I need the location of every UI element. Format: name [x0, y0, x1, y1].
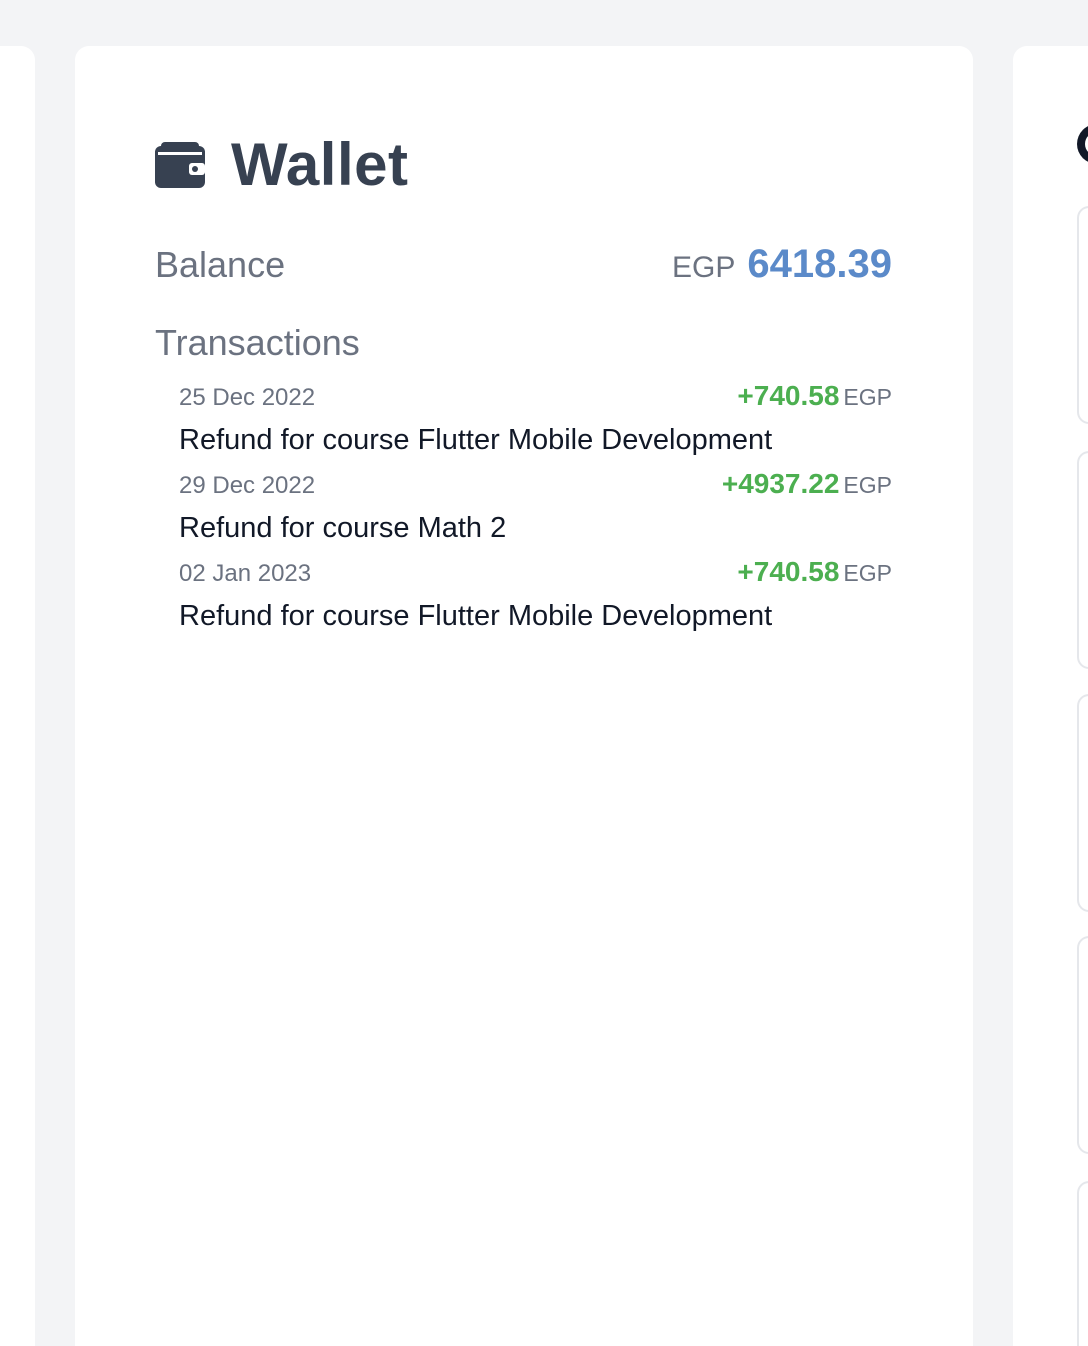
transaction-date: 25 Dec 2022	[179, 384, 316, 411]
left-panel-edge	[0, 46, 35, 1346]
transaction-amount-group: +740.58 EGP	[737, 556, 892, 588]
transaction-description: Refund for course Math 2	[179, 512, 507, 544]
right-panel-card[interactable]	[1077, 451, 1088, 669]
balance-label: Balance	[155, 244, 286, 285]
transaction-amount: +740.58	[737, 380, 840, 411]
transaction-item: 02 Jan 2023 +740.58 EGP Refund for cours…	[179, 556, 892, 644]
transaction-date: 29 Dec 2022	[179, 472, 316, 499]
transaction-amount: +4937.22	[721, 468, 840, 499]
right-panel-heading-fragment	[1077, 124, 1088, 164]
transaction-item: 29 Dec 2022 +4937.22 EGP Refund for cour…	[179, 468, 892, 556]
transaction-currency: EGP	[843, 384, 892, 410]
right-panel-card[interactable]	[1077, 694, 1088, 912]
transaction-date: 02 Jan 2023	[179, 560, 312, 587]
transaction-description: Refund for course Flutter Mobile Develop…	[179, 600, 773, 632]
transaction-description: Refund for course Flutter Mobile Develop…	[179, 424, 773, 456]
balance-row: Balance EGP 6418.39	[155, 242, 892, 287]
transactions-heading: Transactions	[155, 322, 360, 363]
balance-amount: 6418.39	[747, 242, 892, 286]
wallet-icon	[155, 141, 205, 188]
wallet-card: Wallet Balance EGP 6418.39 Transactions 2…	[75, 46, 973, 1346]
transaction-amount-group: +740.58 EGP	[737, 380, 892, 412]
transaction-item: 25 Dec 2022 +740.58 EGP Refund for cours…	[179, 380, 892, 468]
transaction-amount: +740.58	[737, 556, 840, 587]
wallet-header: Wallet	[155, 130, 408, 199]
transaction-amount-group: +4937.22 EGP	[722, 468, 892, 500]
right-panel-card[interactable]	[1077, 936, 1088, 1154]
right-panel-card[interactable]	[1077, 206, 1088, 424]
transactions-list: 25 Dec 2022 +740.58 EGP Refund for cours…	[179, 380, 892, 644]
transaction-currency: EGP	[843, 472, 892, 498]
balance-value: EGP 6418.39	[672, 242, 892, 287]
right-panel-card[interactable]	[1077, 1181, 1088, 1346]
wallet-title: Wallet	[231, 131, 409, 198]
right-panel-edge	[1013, 46, 1088, 1346]
transaction-currency: EGP	[843, 560, 892, 586]
balance-currency: EGP	[672, 251, 736, 284]
